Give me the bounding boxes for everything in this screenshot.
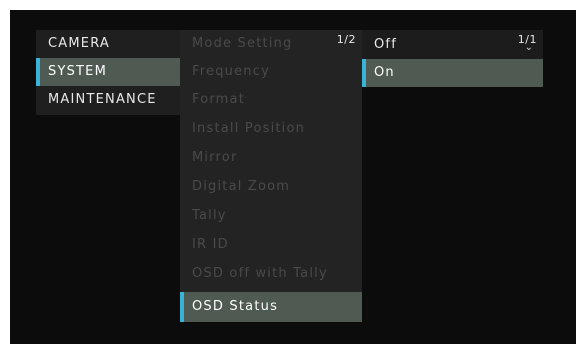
osd-screen: CAMERA SYSTEM MAINTENANCE 1/2 Mode Setti… (10, 10, 576, 344)
menu-item-maintenance[interactable]: MAINTENANCE (36, 86, 190, 114)
submenu-item-label: OSD Status (192, 299, 279, 314)
submenu-item-tally: Tally (180, 202, 362, 230)
submenu-item-label: Format (192, 92, 246, 107)
option-off[interactable]: Off (362, 31, 543, 59)
submenu-item-frequency: Frequency (180, 58, 362, 86)
option-on[interactable]: On (362, 59, 543, 87)
menu-item-label: MAINTENANCE (48, 92, 157, 107)
submenu-item-format: Format (180, 86, 362, 114)
submenu-item-label: Mirror (192, 150, 238, 165)
options-menu: 1/1 ⌄ Off On (362, 30, 543, 87)
submenu-item-label: Mode Setting (192, 36, 293, 51)
menu-item-label: SYSTEM (48, 64, 108, 79)
submenu-item-digital-zoom: Digital Zoom (180, 173, 362, 201)
submenu-item-label: Frequency (192, 64, 270, 79)
submenu-item-ir-id: IR ID (180, 231, 362, 259)
category-menu: CAMERA SYSTEM MAINTENANCE (36, 30, 190, 115)
submenu-item-label: Digital Zoom (192, 179, 291, 194)
submenu-item-osd-off-with-tally: OSD off with Tally (180, 260, 362, 288)
option-label: Off (374, 37, 397, 52)
menu-item-system[interactable]: SYSTEM (36, 58, 190, 86)
system-submenu: 1/2 Mode Setting Frequency Format Instal… (180, 30, 362, 322)
submenu-item-label: Tally (192, 208, 227, 223)
submenu-item-label: IR ID (192, 237, 229, 252)
submenu-item-mode-setting: Mode Setting (180, 30, 362, 58)
menu-item-label: CAMERA (48, 36, 110, 51)
submenu-item-osd-status[interactable]: OSD Status (180, 292, 362, 322)
submenu-item-label: OSD off with Tally (192, 266, 328, 281)
submenu-item-mirror: Mirror (180, 144, 362, 172)
submenu-item-install-position: Install Position (180, 115, 362, 143)
submenu-item-label: Install Position (192, 121, 306, 136)
menu-item-camera[interactable]: CAMERA (36, 30, 190, 58)
option-label: On (374, 65, 395, 80)
